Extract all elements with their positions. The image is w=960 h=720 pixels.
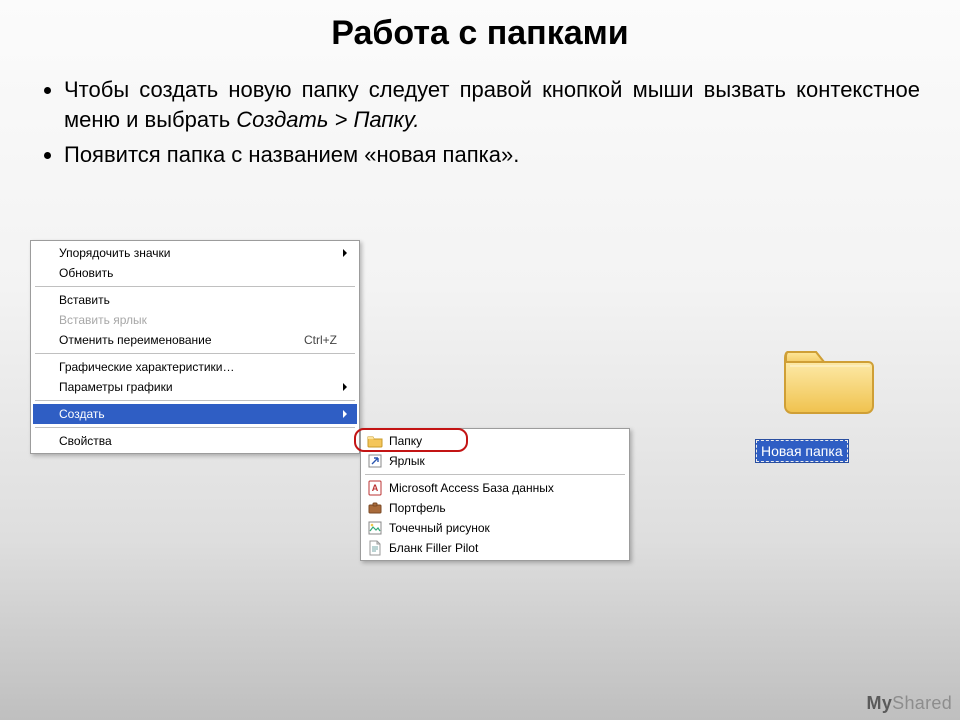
menu-paste-shortcut: Вставить ярлык	[33, 310, 357, 330]
bullet-list: Чтобы создать новую папку следует правой…	[40, 75, 920, 170]
menu-graphics-parameters-label: Параметры графики	[59, 380, 173, 394]
submenu-fillerpilot-label: Бланк Filler Pilot	[389, 541, 478, 555]
menu-refresh-label: Обновить	[59, 266, 113, 280]
submenu-briefcase-label: Портфель	[389, 501, 446, 515]
menu-properties[interactable]: Свойства	[33, 431, 357, 451]
bullet-1-text: Чтобы создать новую папку следует правой…	[64, 77, 920, 132]
bitmap-icon	[367, 520, 383, 536]
menu-paste-label: Вставить	[59, 293, 110, 307]
submenu-fillerpilot[interactable]: Бланк Filler Pilot	[363, 538, 627, 558]
menu-undo-shortcut: Ctrl+Z	[274, 333, 337, 347]
menu-graphics-characteristics-label: Графические характеристики…	[59, 360, 234, 374]
shortcut-icon	[367, 453, 383, 469]
menu-undo-label: Отменить переименование	[59, 333, 212, 347]
new-folder-label[interactable]: Новая папка	[756, 440, 848, 462]
submenu-folder[interactable]: Папку	[363, 431, 627, 451]
separator	[365, 474, 625, 475]
watermark-left: My	[867, 693, 893, 713]
separator	[35, 427, 355, 428]
separator	[35, 353, 355, 354]
access-icon: A	[367, 480, 383, 496]
separator	[35, 286, 355, 287]
watermark-right: Shared	[892, 693, 952, 713]
slide-title: Работа с папками	[0, 0, 960, 53]
bullet-1-italic: Создать > Папку.	[236, 107, 419, 132]
new-folder-icon-large[interactable]	[780, 338, 876, 418]
submenu-briefcase[interactable]: Портфель	[363, 498, 627, 518]
bullet-2: Появится папка с названием «новая папка»…	[64, 140, 920, 170]
menu-paste[interactable]: Вставить	[33, 290, 357, 310]
folder-icon	[780, 338, 876, 418]
watermark: MyShared	[867, 693, 952, 714]
submenu-bitmap[interactable]: Точечный рисунок	[363, 518, 627, 538]
submenu-access-label: Microsoft Access База данных	[389, 481, 554, 495]
menu-undo-rename[interactable]: Отменить переименование Ctrl+Z	[33, 330, 357, 350]
menu-create-label: Создать	[59, 407, 105, 421]
folder-icon	[367, 433, 383, 449]
submenu-folder-label: Папку	[389, 434, 422, 448]
submenu-bitmap-label: Точечный рисунок	[389, 521, 490, 535]
separator	[35, 400, 355, 401]
new-folder-rename-field[interactable]: Новая папка	[756, 440, 848, 462]
submenu-shortcut[interactable]: Ярлык	[363, 451, 627, 471]
menu-paste-shortcut-label: Вставить ярлык	[59, 313, 147, 327]
menu-refresh[interactable]: Обновить	[33, 263, 357, 283]
bullet-1: Чтобы создать новую папку следует правой…	[64, 75, 920, 134]
menu-arrange-icons-label: Упорядочить значки	[59, 246, 171, 260]
menu-create[interactable]: Создать	[33, 404, 357, 424]
menu-arrange-icons[interactable]: Упорядочить значки	[33, 243, 357, 263]
create-submenu[interactable]: Папку Ярлык A Microsoft Access База данн…	[360, 428, 630, 561]
menu-graphics-characteristics[interactable]: Графические характеристики…	[33, 357, 357, 377]
briefcase-icon	[367, 500, 383, 516]
context-menu[interactable]: Упорядочить значки Обновить Вставить Вст…	[30, 240, 360, 454]
submenu-shortcut-label: Ярлык	[389, 454, 425, 468]
menu-graphics-parameters[interactable]: Параметры графики	[33, 377, 357, 397]
menu-properties-label: Свойства	[59, 434, 112, 448]
svg-text:A: A	[372, 483, 379, 493]
document-icon	[367, 540, 383, 556]
submenu-access-db[interactable]: A Microsoft Access База данных	[363, 478, 627, 498]
